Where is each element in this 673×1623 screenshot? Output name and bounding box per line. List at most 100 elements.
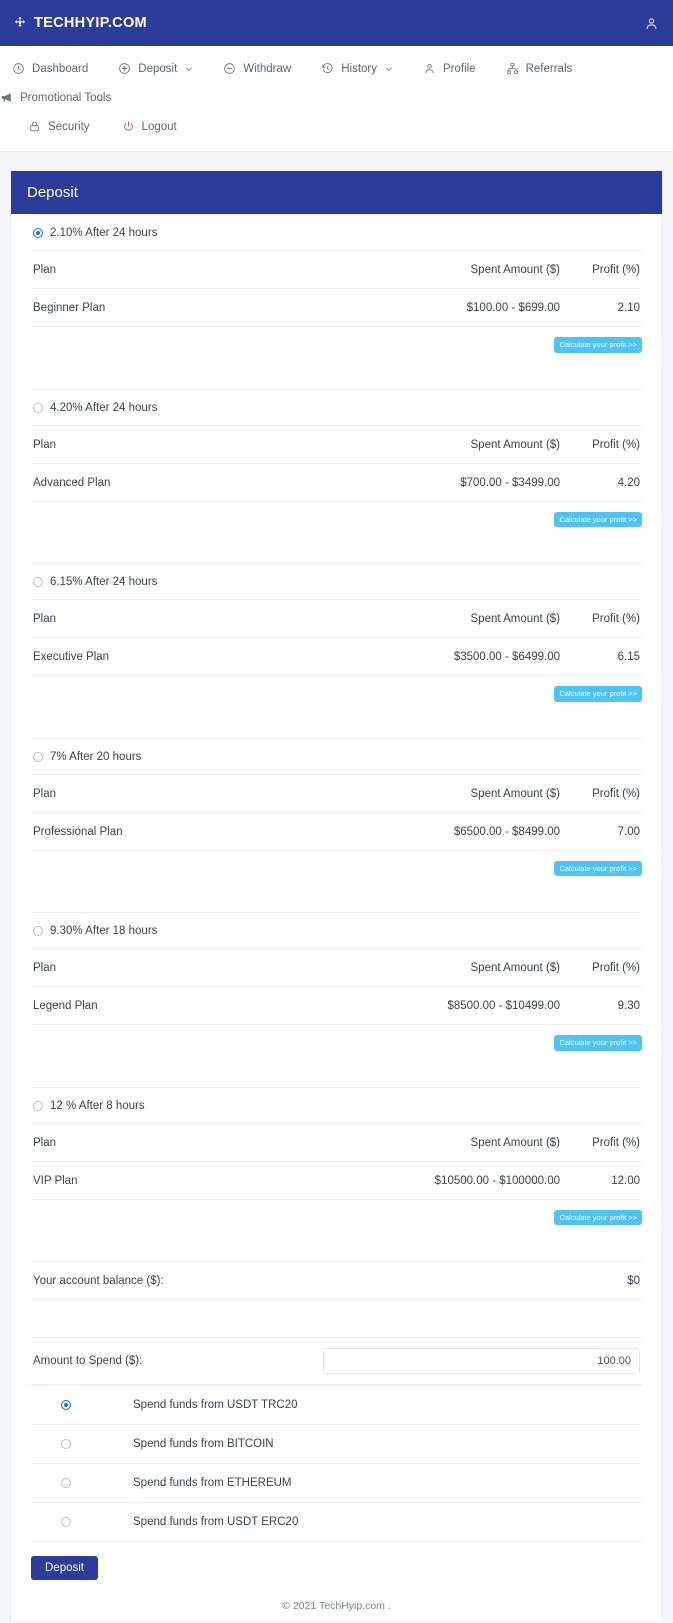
- nav-item-deposit[interactable]: Deposit: [118, 54, 193, 83]
- plan-block: 6.15% After 24 hours Plan Spent Amount ($)…: [31, 564, 642, 739]
- plan-option-row[interactable]: 2.10% After 24 hours: [31, 215, 642, 251]
- plan-table: Plan Spent Amount ($) Profit (%) Profession…: [31, 774, 642, 851]
- calculate-profit-badge[interactable]: Calculate your profit >>: [554, 860, 642, 876]
- power-icon: [123, 121, 133, 131]
- plan-block: 7% After 20 hours Plan Spent Amount ($) Pro…: [31, 739, 642, 913]
- account-user-icon[interactable]: [644, 16, 659, 31]
- payment-method-row[interactable]: Spend funds from BITCOIN: [31, 1425, 642, 1464]
- plan-option-label: 6.15% After 24 hours: [50, 576, 158, 588]
- header-spent-amount: Spent Amount ($): [382, 774, 562, 813]
- megaphone-icon: [1, 93, 11, 102]
- nav-item-referrals[interactable]: Referrals: [506, 54, 572, 83]
- cell-profit: 12.00: [562, 1161, 642, 1200]
- payment-method-row[interactable]: Spend funds from USDT TRC20: [31, 1386, 642, 1425]
- nav-label-dashboard: Dashboard: [32, 62, 89, 75]
- payment-radio[interactable]: [61, 1439, 71, 1449]
- nav-row-secondary: Security Logout: [0, 112, 673, 141]
- brand-name: TECHHYIP.COM: [34, 15, 147, 31]
- nav-item-withdraw[interactable]: Withdraw: [223, 54, 291, 83]
- cell-plan-name: Executive Plan: [31, 637, 382, 676]
- payment-radio[interactable]: [61, 1517, 71, 1527]
- plan-option-row[interactable]: 9.30% After 18 hours: [31, 913, 642, 949]
- cell-spent-amount: $10500.00 - $100000.00: [382, 1161, 562, 1200]
- nav-label-history: History: [341, 62, 377, 75]
- plan-option-row[interactable]: 12 % After 8 hours: [31, 1088, 642, 1124]
- plan-radio[interactable]: [33, 1100, 43, 1111]
- plan-table: Plan Spent Amount ($) Profit (%) Beginner P…: [31, 251, 642, 327]
- table-row: Professional Plan $6500.00 - $8499.00 7.00: [31, 812, 642, 851]
- plan-option-label: 12 % After 8 hours: [50, 1099, 145, 1112]
- account-balance-value: $0: [627, 1275, 640, 1287]
- calculate-profit-badge[interactable]: Calculate your profit >>: [554, 511, 642, 527]
- header-profit: Profit (%): [562, 949, 642, 987]
- header-plan: Plan: [31, 949, 382, 987]
- nav-item-security[interactable]: Security: [28, 112, 90, 141]
- payment-radio-cell: [33, 1439, 133, 1449]
- plan-table: Plan Spent Amount ($) Profit (%) Executive …: [31, 600, 642, 676]
- header-profit: Profit (%): [562, 1123, 642, 1162]
- calculate-profit-row: Calculate your profit >>: [31, 1025, 642, 1087]
- main-navigation: Dashboard Deposit Withdraw History Profi…: [0, 46, 673, 152]
- plan-radio[interactable]: [33, 577, 43, 587]
- nav-label-deposit: Deposit: [138, 62, 178, 75]
- cell-plan-name: Advanced Plan: [31, 463, 382, 502]
- sitemap-icon: [506, 62, 518, 74]
- balance-spacer: [31, 1300, 642, 1338]
- calculate-profit-row: Calculate your profit >>: [31, 1200, 642, 1262]
- plan-radio[interactable]: [33, 402, 43, 413]
- header-profit: Profit (%): [562, 425, 642, 464]
- nav-item-logout[interactable]: Logout: [122, 112, 177, 141]
- nav-label-profile: Profile: [442, 62, 476, 75]
- header-plan: Plan: [31, 425, 382, 464]
- table-row: VIP Plan $10500.00 - $100000.00 12.00: [31, 1161, 642, 1200]
- calculate-profit-badge[interactable]: Calculate your profit >>: [554, 337, 642, 353]
- plan-option-label: 7% After 20 hours: [50, 750, 142, 763]
- payment-method-row[interactable]: Spend funds from USDT ERC20: [31, 1503, 642, 1542]
- payment-methods-list: Spend funds from USDT TRC20 Spend funds f…: [31, 1385, 642, 1542]
- card-body: 2.10% After 24 hours Plan Spent Amount ($)…: [11, 214, 662, 1580]
- header-spent-amount: Spent Amount ($): [382, 600, 562, 638]
- cell-plan-name: Legend Plan: [31, 986, 382, 1025]
- submit-row: Deposit: [31, 1542, 642, 1580]
- plan-radio[interactable]: [33, 228, 43, 238]
- cell-plan-name: Beginner Plan: [31, 288, 382, 327]
- amount-to-spend-input[interactable]: [323, 1348, 640, 1374]
- plan-option-row[interactable]: 6.15% After 24 hours: [31, 564, 642, 600]
- calculate-profit-row: Calculate your profit >>: [31, 502, 642, 564]
- table-header-row: Plan Spent Amount ($) Profit (%): [31, 774, 642, 813]
- calculate-profit-badge[interactable]: Calculate your profit >>: [554, 1209, 642, 1225]
- amount-to-spend-label: Amount to Spend ($):: [33, 1355, 143, 1367]
- payment-method-label: Spend funds from BITCOIN: [133, 1438, 274, 1450]
- plan-table: Plan Spent Amount ($) Profit (%) VIP Plan $1…: [31, 1123, 642, 1200]
- plans-container: 2.10% After 24 hours Plan Spent Amount ($)…: [31, 214, 642, 1262]
- payment-radio[interactable]: [61, 1478, 71, 1488]
- deposit-submit-button[interactable]: Deposit: [31, 1556, 98, 1580]
- calculate-profit-badge[interactable]: Calculate your profit >>: [554, 686, 642, 702]
- header-profit: Profit (%): [562, 774, 642, 813]
- top-brand-bar: TECHHYIP.COM: [0, 0, 673, 46]
- cell-profit: 6.15: [562, 637, 642, 676]
- payment-radio[interactable]: [61, 1400, 71, 1410]
- brand-logo[interactable]: TECHHYIP.COM: [13, 15, 147, 31]
- plan-option-row[interactable]: 7% After 20 hours: [31, 739, 642, 775]
- cell-spent-amount: $3500.00 - $6499.00: [382, 637, 562, 676]
- nav-label-promotional-tools: Promotional Tools: [20, 91, 112, 104]
- move-arrows-icon: [14, 16, 26, 27]
- header-profit: Profit (%): [562, 251, 642, 289]
- calculate-profit-badge[interactable]: Calculate your profit >>: [554, 1035, 642, 1051]
- nav-row-primary: Dashboard Deposit Withdraw History Profi…: [0, 54, 673, 112]
- page-content: Deposit 2.10% After 24 hours Plan Spent Am…: [0, 152, 673, 1623]
- nav-item-promotional-tools[interactable]: Promotional Tools: [0, 83, 111, 112]
- plan-option-row[interactable]: 4.20% After 24 hours: [31, 390, 642, 426]
- plan-radio[interactable]: [33, 751, 43, 762]
- footer-copyright: © 2021 TechHyip.com .: [282, 1600, 391, 1612]
- plan-block: 4.20% After 24 hours Plan Spent Amount ($)…: [31, 390, 642, 564]
- account-balance-label: Your account balance ($):: [33, 1275, 164, 1287]
- payment-method-row[interactable]: Spend funds from ETHEREUM: [31, 1464, 642, 1503]
- table-header-row: Plan Spent Amount ($) Profit (%): [31, 1123, 642, 1162]
- nav-item-profile[interactable]: Profile: [423, 54, 476, 83]
- nav-item-dashboard[interactable]: Dashboard: [12, 54, 88, 83]
- plan-radio[interactable]: [33, 926, 43, 936]
- cell-plan-name: VIP Plan: [31, 1161, 382, 1200]
- nav-item-history[interactable]: History: [321, 54, 393, 83]
